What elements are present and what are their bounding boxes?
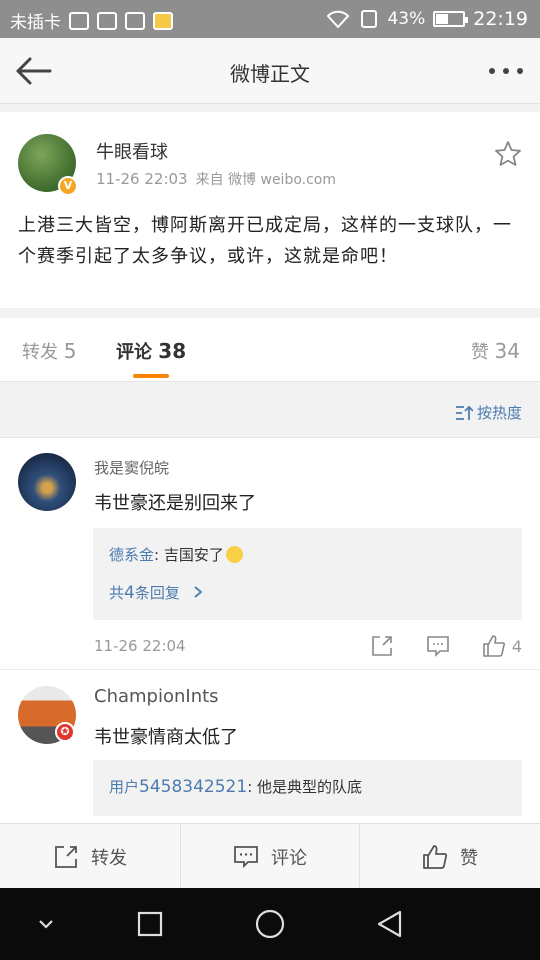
comment-actions: 4 (338, 634, 522, 658)
comment-icon (234, 845, 258, 868)
reply-user-id: 5458342521 (139, 777, 248, 797)
reply-line: 德系金: 吉国安了 (109, 544, 243, 565)
reply-user[interactable]: 德系金 (109, 546, 154, 564)
tab-comment[interactable]: 评论 38 (116, 338, 186, 364)
reply-preview[interactable]: 用户5458342521: 他是典型的队底 (93, 760, 522, 816)
recent-apps-icon[interactable] (134, 908, 166, 940)
reply-user-prefix: 用户 (109, 778, 140, 796)
sort-by-hot-button[interactable]: 按热度 (455, 402, 522, 423)
sort-icon (455, 405, 473, 420)
thumbs-up-icon[interactable] (482, 634, 506, 658)
bottom-toolbar: 转发 评论 赞 (0, 823, 540, 889)
comment-item: ✪ ChampionInts 韦世豪情商太低了 用户5458342521: 他是… (0, 670, 540, 823)
post-meta: 11-26 22:03 来自 微博 weibo.com (96, 169, 336, 189)
post-card: V 牛眼看球 11-26 22:03 来自 微博 weibo.com 上港三大皆空… (0, 112, 540, 308)
more-dots-icon[interactable] (488, 60, 524, 82)
thumbs-up-icon (423, 844, 448, 869)
tab-repost[interactable]: 转发 5 (22, 338, 76, 364)
clean-notification-icon (97, 11, 117, 30)
tab-comment-count: 38 (158, 339, 187, 363)
smile-emoji-icon (225, 546, 243, 563)
battery-icon (433, 11, 469, 27)
tab-like-count: 34 (494, 339, 520, 363)
system-nav-bar (0, 888, 540, 960)
post-source: 来自 微博 weibo.com (195, 172, 337, 188)
reply-preview[interactable]: 德系金: 吉国安了 共4条回复 (93, 528, 522, 620)
share-icon (55, 845, 77, 868)
comment-text: 韦世豪情商太低了 (94, 727, 238, 748)
battery-percent: 43% (387, 9, 426, 29)
more-replies-count: 4 (124, 583, 135, 603)
reply-text: : 他是典型的队底 (247, 778, 363, 796)
play-notification-icon (69, 11, 89, 30)
like-label: 赞 (460, 847, 478, 869)
tab-like-label: 赞 (470, 342, 489, 363)
verified-badge: V (58, 176, 78, 196)
more-replies-link[interactable]: 共4条回复 (109, 582, 205, 603)
comment-text: 韦世豪还是别回来了 (94, 493, 256, 514)
tab-comment-label: 评论 (116, 342, 152, 363)
image-notification-icon (125, 11, 145, 30)
more-replies-prefix: 共 (109, 584, 125, 602)
sort-bar: 按热度 (0, 382, 540, 438)
post-time: 11-26 22:03 (96, 170, 188, 188)
reply-line: 用户5458342521: 他是典型的队底 (109, 776, 362, 797)
vip-badge-icon: ✪ (55, 722, 75, 742)
tab-like[interactable]: 赞 34 (471, 338, 520, 364)
weibo-notification-icon (153, 11, 173, 30)
home-icon[interactable] (254, 908, 286, 940)
engagement-tabs: 转发 5 评论 38 赞 34 (0, 318, 540, 382)
repost-label: 转发 (91, 847, 127, 869)
commenter-name[interactable]: 我是窦倪皖 (94, 457, 169, 478)
chevron-right-icon (194, 586, 203, 598)
clock: 22:19 (473, 8, 528, 30)
tab-repost-label: 转发 (22, 342, 58, 363)
comment-list: 我是窦倪皖 韦世豪还是别回来了 德系金: 吉国安了 共4条回复 11-26 22… (0, 438, 540, 823)
author-name[interactable]: 牛眼看球 (96, 138, 168, 164)
tab-repost-count: 5 (63, 339, 77, 363)
comment-label: 评论 (271, 847, 307, 869)
status-bar: 未插卡 43% 22:19 (0, 0, 540, 38)
wifi-icon (327, 10, 350, 29)
title-bar: 微博正文 (0, 38, 540, 104)
comment-item: 我是窦倪皖 韦世豪还是别回来了 德系金: 吉国安了 共4条回复 11-26 22… (0, 438, 540, 670)
carrier-text: 未插卡 (10, 13, 61, 33)
comment-like-count: 4 (511, 636, 522, 656)
comment-icon[interactable] (426, 634, 450, 658)
like-button[interactable]: 赞 (360, 824, 540, 889)
more-replies-suffix: 条回复 (134, 584, 180, 602)
star-icon[interactable] (494, 140, 522, 168)
post-text: 上港三大皆空，博阿斯离开已成定局，这样的一支球队，一个赛季引起了太多争议，或许，… (18, 215, 512, 267)
commenter-name[interactable]: ChampionInts (94, 686, 219, 707)
share-icon[interactable] (370, 634, 394, 658)
reply-text: : 吉国安了 (154, 546, 224, 564)
reply-user[interactable]: 用户5458342521 (109, 777, 248, 797)
chevron-down-icon[interactable] (30, 908, 62, 940)
comment-button[interactable]: 评论 (180, 824, 360, 889)
sim-icon (361, 10, 378, 28)
back-nav-icon[interactable] (374, 908, 406, 940)
repost-button[interactable]: 转发 (0, 824, 180, 889)
sort-label: 按热度 (476, 404, 522, 422)
commenter-avatar[interactable] (18, 453, 76, 511)
active-tab-indicator (133, 374, 169, 378)
page-title: 微博正文 (230, 62, 310, 86)
comment-time: 11-26 22:04 (94, 637, 186, 655)
